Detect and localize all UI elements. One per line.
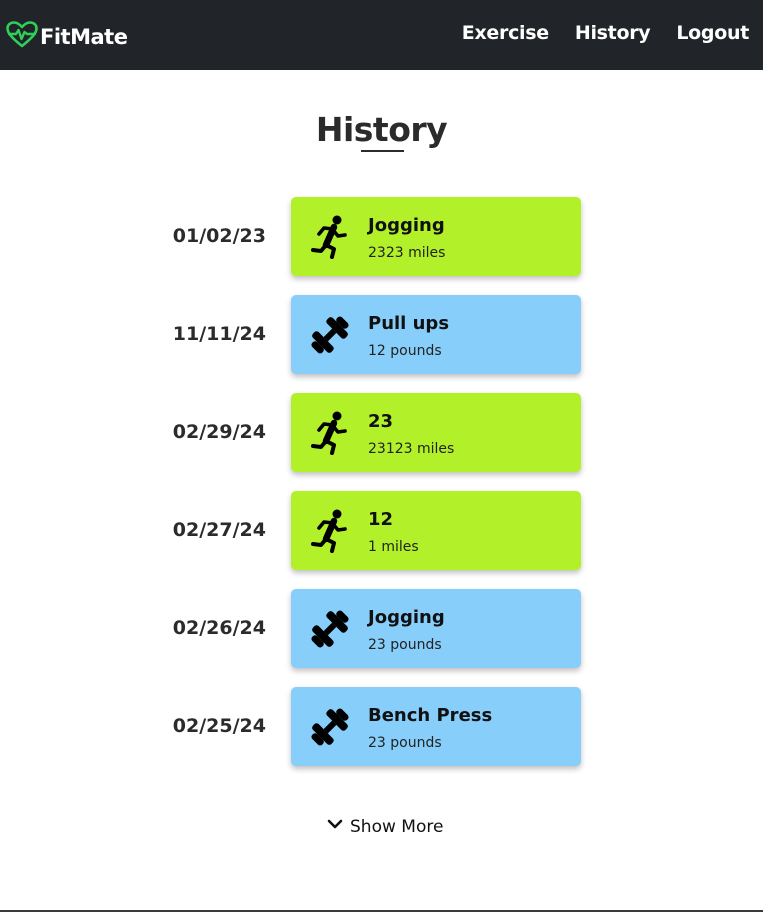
brand-link[interactable]: FitMate — [6, 21, 128, 53]
history-row: 01/02/23 Jogging 2323 miles — [0, 197, 763, 276]
entry-date: 02/27/24 — [172, 519, 266, 541]
exercise-detail: 2323 miles — [368, 245, 446, 261]
history-row: 02/26/24 Jogging 23 pounds — [0, 589, 763, 668]
page-title: History — [315, 110, 448, 149]
nav-logout-link[interactable]: Logout — [676, 22, 749, 44]
running-person-icon — [307, 410, 353, 456]
exercise-name: 23 — [368, 411, 394, 432]
exercise-detail: 12 pounds — [368, 343, 442, 359]
history-row: 11/11/24 Pull ups 12 pounds — [0, 295, 763, 374]
exercise-name: 12 — [368, 509, 394, 530]
exercise-name: Bench Press — [368, 705, 493, 726]
history-row: 02/25/24 Bench Press 23 pounds — [0, 687, 763, 766]
exercise-card[interactable]: 23 23123 miles — [291, 393, 581, 472]
entry-date: 01/02/23 — [172, 225, 266, 247]
entry-date: 02/25/24 — [172, 715, 266, 737]
exercise-detail: 1 miles — [368, 539, 419, 555]
brand-name: FitMate — [40, 25, 128, 49]
running-person-icon — [307, 214, 353, 260]
nav-links: Exercise History Logout — [436, 22, 750, 44]
dumbbell-icon — [307, 606, 353, 652]
heart-pulse-icon — [6, 21, 38, 53]
exercise-card[interactable]: Bench Press 23 pounds — [291, 687, 581, 766]
title-underline — [361, 150, 404, 152]
dumbbell-icon — [307, 704, 353, 750]
exercise-card[interactable]: Jogging 23 pounds — [291, 589, 581, 668]
exercise-detail: 23 pounds — [368, 735, 442, 751]
dumbbell-icon — [307, 312, 353, 358]
show-more-label: Show More — [350, 816, 444, 837]
history-row: 02/27/24 12 1 miles — [0, 491, 763, 570]
show-more-button[interactable]: Show More — [326, 815, 443, 838]
entry-date: 11/11/24 — [172, 323, 266, 345]
running-person-icon — [307, 508, 353, 554]
exercise-name: Jogging — [368, 215, 445, 236]
history-list: 01/02/23 Jogging 2323 miles 11/11/24 Pul… — [0, 197, 763, 785]
exercise-card[interactable]: Pull ups 12 pounds — [291, 295, 581, 374]
history-row: 02/29/24 23 23123 miles — [0, 393, 763, 472]
nav-exercise-link[interactable]: Exercise — [462, 22, 549, 44]
entry-date: 02/29/24 — [172, 421, 266, 443]
exercise-detail: 23 pounds — [368, 637, 442, 653]
exercise-name: Pull ups — [368, 313, 450, 334]
nav-history-link[interactable]: History — [575, 22, 651, 44]
exercise-name: Jogging — [368, 607, 445, 628]
exercise-detail: 23123 miles — [368, 441, 455, 457]
entry-date: 02/26/24 — [172, 617, 266, 639]
chevron-down-icon — [326, 815, 350, 838]
exercise-card[interactable]: 12 1 miles — [291, 491, 581, 570]
top-navbar: FitMate Exercise History Logout — [0, 0, 763, 70]
exercise-card[interactable]: Jogging 2323 miles — [291, 197, 581, 276]
